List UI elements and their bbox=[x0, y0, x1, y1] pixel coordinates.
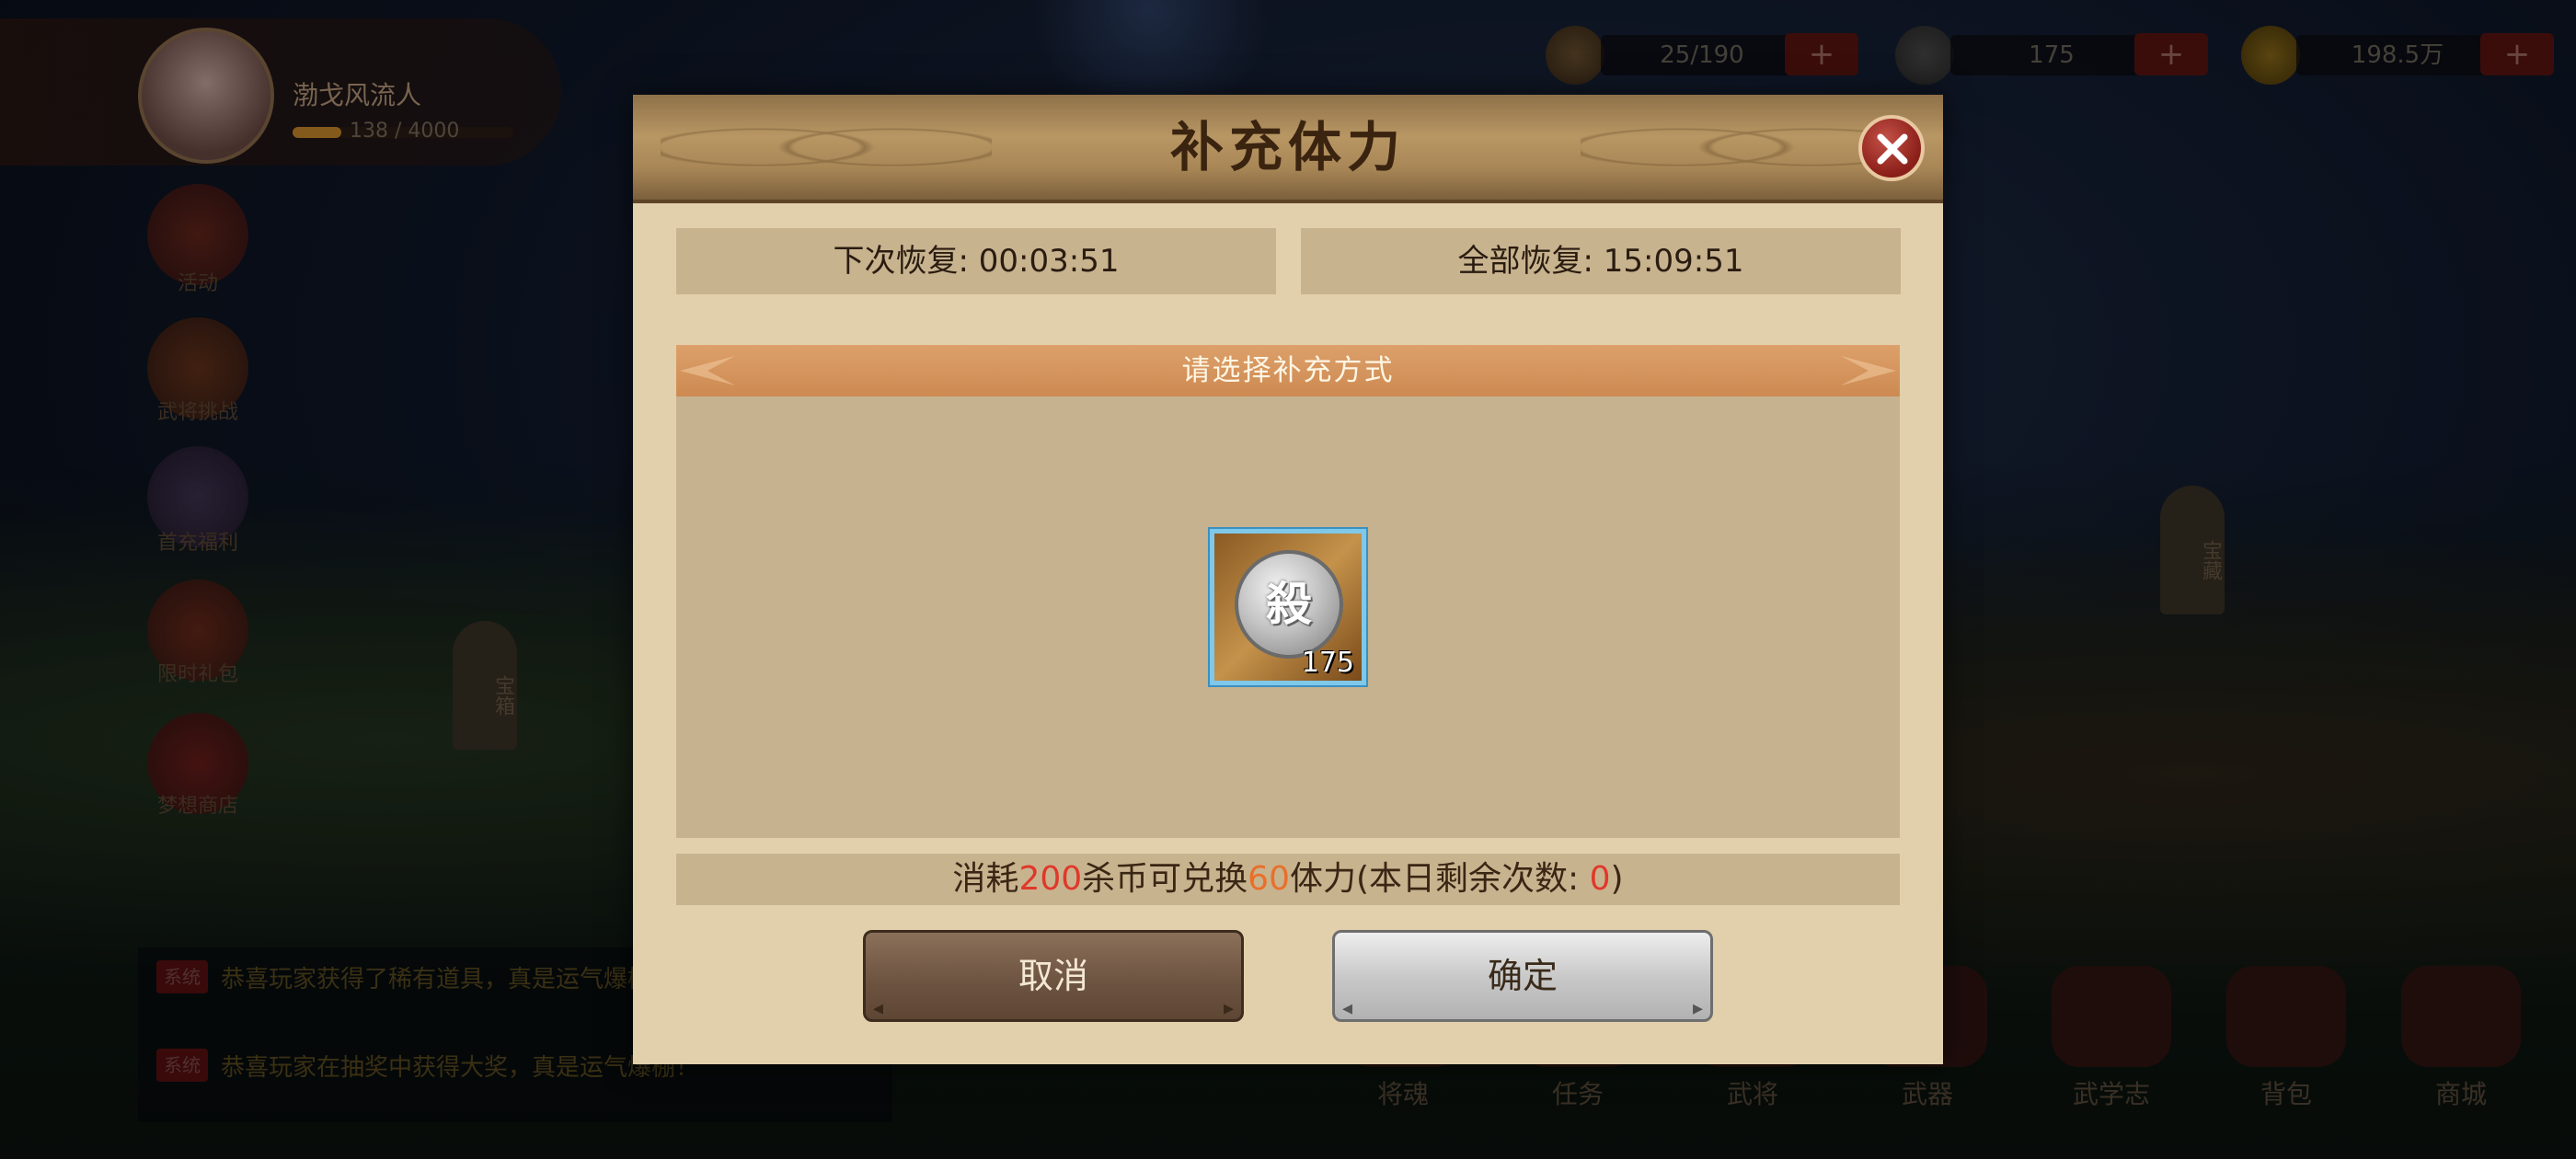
button-edge-icon: ◂ bbox=[873, 997, 884, 1020]
next-recover-box: 下次恢复: 00:03:51 bbox=[676, 228, 1276, 294]
coin-glyph: 殺 bbox=[1266, 577, 1312, 631]
button-edge-icon: ▸ bbox=[1692, 997, 1703, 1020]
close-button[interactable] bbox=[1858, 115, 1925, 181]
all-recover-time: 15:09:51 bbox=[1603, 243, 1744, 280]
confirm-label: 确定 bbox=[1487, 956, 1558, 996]
info-text: 体力(本日剩余次数: bbox=[1289, 860, 1590, 898]
wing-ornament-icon bbox=[680, 356, 735, 385]
all-recover-label: 全部恢复: bbox=[1457, 243, 1604, 280]
dialog-title: 补充体力 bbox=[1169, 116, 1406, 178]
select-method-title: 请选择补充方式 bbox=[1181, 354, 1395, 387]
button-edge-icon: ▸ bbox=[1223, 997, 1234, 1020]
select-method-panel: 请选择补充方式 殺 175 bbox=[676, 345, 1900, 838]
info-text: 杀币可兑换 bbox=[1082, 860, 1248, 898]
dialog-header: 补充体力 bbox=[633, 95, 1943, 203]
info-text: ) bbox=[1610, 860, 1624, 898]
cost-value: 200 bbox=[1018, 860, 1083, 898]
close-icon bbox=[1877, 133, 1908, 165]
next-recover-label: 下次恢复: bbox=[833, 243, 979, 280]
cancel-button[interactable]: ◂ 取消 ▸ bbox=[863, 930, 1244, 1022]
info-text: 消耗 bbox=[952, 860, 1019, 898]
kill-coin-icon: 殺 bbox=[1235, 550, 1343, 659]
exchange-info: 消耗200杀币可兑换60体力(本日剩余次数: 0) bbox=[676, 854, 1900, 905]
replenish-stamina-dialog: 补充体力 下次恢复: 00:03:51 全部恢复: 15:09:51 请选择补充… bbox=[633, 95, 1943, 1064]
kill-coin-item-slot[interactable]: 殺 175 bbox=[1210, 529, 1366, 685]
confirm-button[interactable]: ◂ 确定 ▸ bbox=[1332, 930, 1713, 1022]
remaining-count: 0 bbox=[1589, 860, 1611, 898]
item-count: 175 bbox=[1301, 647, 1354, 679]
button-edge-icon: ◂ bbox=[1342, 997, 1353, 1020]
wing-ornament-icon bbox=[1841, 356, 1896, 385]
next-recover-time: 00:03:51 bbox=[978, 243, 1120, 280]
stamina-amount: 60 bbox=[1248, 860, 1290, 898]
cancel-label: 取消 bbox=[1018, 956, 1088, 996]
select-method-header: 请选择补充方式 bbox=[676, 345, 1900, 396]
all-recover-box: 全部恢复: 15:09:51 bbox=[1301, 228, 1901, 294]
